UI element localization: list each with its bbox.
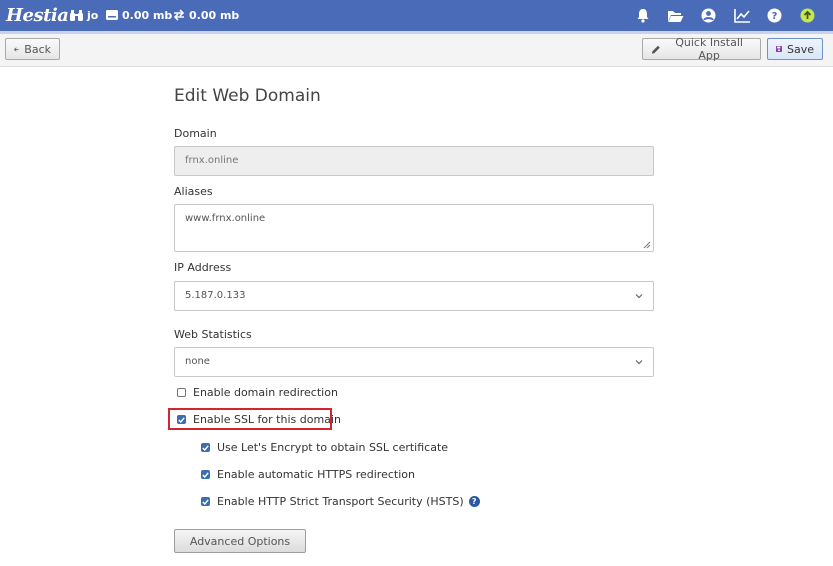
bandwidth-usage: 0.00 mb (189, 8, 240, 22)
ip-address-select[interactable]: 5.187.0.133 (174, 281, 654, 311)
letsencrypt-checkbox-row[interactable]: Use Let's Encrypt to obtain SSL certific… (201, 441, 448, 454)
hsts-label: Enable HTTP Strict Transport Security (H… (217, 495, 464, 508)
aliases-value: www.frnx.online (185, 213, 266, 224)
hestia-logo[interactable]: Hestia (6, 3, 69, 29)
web-statistics-value: none (185, 356, 210, 367)
aliases-textarea[interactable]: www.frnx.online (174, 204, 654, 252)
domain-label: Domain (174, 127, 217, 140)
svg-text:?: ? (772, 11, 778, 22)
toolbar: Back Quick Install App Save (0, 34, 833, 67)
exchange-icon (173, 9, 185, 21)
pencil-icon (651, 45, 660, 54)
https-redirect-checkbox-row[interactable]: Enable automatic HTTPS redirection (201, 468, 415, 481)
ip-address-label: IP Address (174, 261, 232, 274)
domain-value: frnx.online (185, 155, 239, 166)
help-icon[interactable]: ? (765, 6, 784, 25)
bandwidth-stat: 0.00 mb (173, 7, 239, 23)
top-bar: Hestia jo 0.00 mb 0.00 mb ? (0, 0, 833, 31)
user-stat: jo (70, 7, 98, 23)
ssl-label: Enable SSL for this domain (193, 413, 341, 426)
chevron-down-icon (635, 360, 643, 365)
folder-icon[interactable] (666, 6, 685, 25)
hsts-help-icon[interactable]: ? (468, 496, 480, 507)
advanced-options-button[interactable]: Advanced Options (174, 529, 306, 553)
disk-stat: 0.00 mb (106, 7, 172, 23)
binoculars-icon (70, 9, 83, 21)
page-title: Edit Web Domain (174, 86, 321, 106)
redirect-label: Enable domain redirection (193, 386, 338, 399)
bell-icon[interactable] (633, 6, 652, 25)
https-redirect-checkbox[interactable] (201, 470, 210, 479)
user-circle-icon[interactable] (699, 6, 718, 25)
redirect-checkbox[interactable] (177, 388, 186, 397)
web-statistics-label: Web Statistics (174, 328, 252, 341)
letsencrypt-label: Use Let's Encrypt to obtain SSL certific… (217, 441, 449, 454)
arrow-left-icon (14, 46, 19, 52)
web-statistics-select[interactable]: none (174, 347, 654, 377)
floppy-disk-icon (776, 46, 782, 52)
chevron-down-icon (635, 294, 643, 299)
user-name: jo (87, 8, 99, 22)
https-redirect-label: Enable automatic HTTPS redirection (217, 468, 415, 481)
quick-install-label: Quick Install App (675, 36, 743, 62)
disk-usage: 0.00 mb (122, 8, 173, 22)
hsts-checkbox[interactable] (201, 497, 210, 506)
domain-input: frnx.online (174, 146, 654, 176)
hard-drive-icon (106, 10, 118, 20)
letsencrypt-checkbox[interactable] (201, 443, 210, 452)
check-icon (178, 416, 185, 423)
quick-install-button[interactable]: Quick Install App (642, 36, 761, 62)
save-button[interactable]: Save (767, 38, 823, 60)
top-icon-group: ? (633, 6, 817, 25)
back-button[interactable]: Back (5, 38, 60, 60)
check-icon (202, 471, 209, 478)
ssl-checkbox-row[interactable]: Enable SSL for this domain (177, 413, 341, 426)
save-label: Save (786, 42, 814, 56)
chart-icon[interactable] (732, 6, 751, 25)
ip-address-value: 5.187.0.133 (185, 290, 246, 301)
aliases-label: Aliases (174, 185, 213, 198)
back-label: Back (24, 42, 51, 56)
check-icon (202, 444, 209, 451)
ssl-checkbox[interactable] (177, 415, 186, 424)
resize-grip-icon[interactable] (643, 241, 651, 249)
update-icon[interactable] (798, 6, 817, 25)
redirect-checkbox-row[interactable]: Enable domain redirection (177, 386, 338, 399)
check-icon (202, 498, 209, 505)
hsts-checkbox-row[interactable]: Enable HTTP Strict Transport Security (H… (201, 495, 480, 508)
